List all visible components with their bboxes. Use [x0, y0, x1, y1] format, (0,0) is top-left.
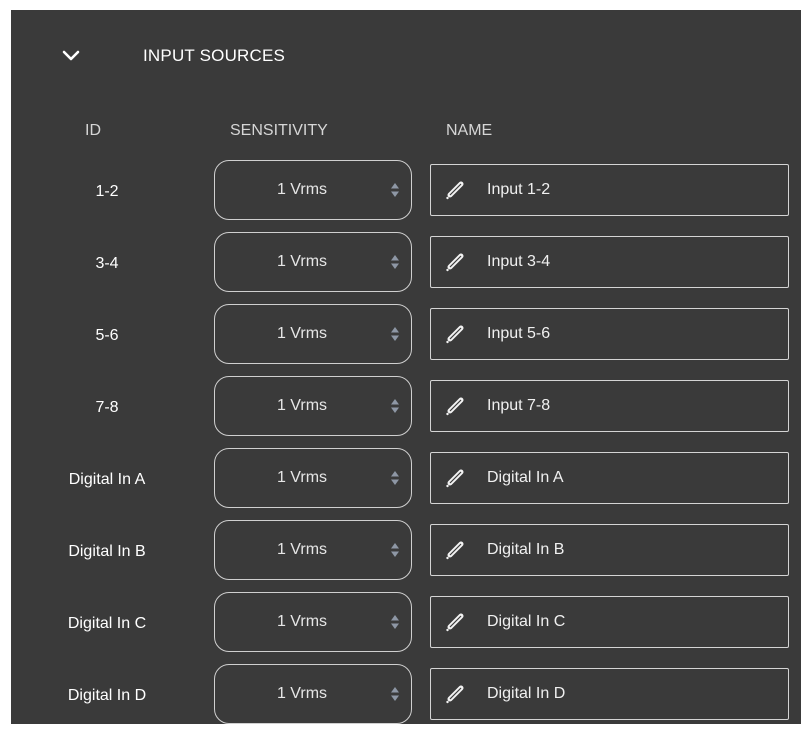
input-source-row: Digital In B 1 Vrms Digital In B: [11, 520, 801, 584]
source-name-value: Digital In C: [487, 613, 566, 630]
column-header-sensitivity: SENSITIVITY: [230, 122, 328, 139]
sensitivity-select[interactable]: 1 Vrms: [214, 304, 412, 364]
source-name-value: Digital In D: [487, 685, 566, 702]
source-id: Digital In D: [67, 687, 147, 704]
sensitivity-value: 1 Vrms: [276, 541, 328, 558]
sensitivity-select[interactable]: 1 Vrms: [214, 448, 412, 508]
sensitivity-value: 1 Vrms: [276, 613, 328, 630]
source-name-field[interactable]: Input 5-6: [430, 308, 789, 360]
source-name-field[interactable]: Input 3-4: [430, 236, 789, 288]
sensitivity-value: 1 Vrms: [276, 469, 328, 486]
column-header-name: NAME: [446, 122, 493, 139]
source-id: 7-8: [95, 399, 119, 416]
input-source-row: Digital In C 1 Vrms Digital In C: [11, 592, 801, 656]
input-source-row: 1-2 1 Vrms Input 1-2: [11, 160, 801, 224]
input-sources-panel: INPUT SOURCES ID SENSITIVITY NAME 1-2 1 …: [11, 10, 801, 724]
source-name-field[interactable]: Input 1-2: [430, 164, 789, 216]
up-down-arrows-icon: [391, 255, 399, 269]
source-name-value: Input 1-2: [487, 181, 551, 198]
pencil-icon: [446, 253, 464, 272]
source-id: 5-6: [95, 327, 119, 344]
sensitivity-value: 1 Vrms: [276, 181, 328, 198]
sensitivity-value: 1 Vrms: [276, 685, 328, 702]
up-down-arrows-icon: [391, 399, 399, 413]
sensitivity-value: 1 Vrms: [276, 253, 328, 270]
up-down-arrows-icon: [391, 687, 399, 701]
source-name-value: Digital In B: [487, 541, 565, 558]
up-down-arrows-icon: [391, 615, 399, 629]
up-down-arrows-icon: [391, 183, 399, 197]
pencil-icon: [446, 685, 464, 704]
source-name-value: Digital In A: [487, 469, 564, 486]
pencil-icon: [446, 541, 464, 560]
source-name-field[interactable]: Digital In C: [430, 596, 789, 648]
column-header-id: ID: [85, 122, 101, 139]
input-source-row: Digital In D 1 Vrms Digital In D: [11, 664, 801, 728]
sensitivity-select[interactable]: 1 Vrms: [214, 664, 412, 724]
source-id: Digital In B: [68, 543, 146, 560]
input-source-row: 3-4 1 Vrms Input 3-4: [11, 232, 801, 296]
sensitivity-value: 1 Vrms: [276, 325, 328, 342]
sensitivity-select[interactable]: 1 Vrms: [214, 520, 412, 580]
source-name-field[interactable]: Digital In A: [430, 452, 789, 504]
source-name-value: Input 7-8: [487, 397, 551, 414]
source-name-value: Input 5-6: [487, 325, 551, 342]
pencil-icon: [446, 613, 464, 632]
source-name-value: Input 3-4: [487, 253, 551, 270]
input-source-row: 7-8 1 Vrms Input 7-8: [11, 376, 801, 440]
pencil-icon: [446, 397, 464, 416]
source-id: Digital In A: [68, 471, 146, 488]
source-name-field[interactable]: Digital In D: [430, 668, 789, 720]
pencil-icon: [446, 181, 464, 200]
sensitivity-select[interactable]: 1 Vrms: [214, 232, 412, 292]
sensitivity-select[interactable]: 1 Vrms: [214, 160, 412, 220]
input-source-row: 5-6 1 Vrms Input 5-6: [11, 304, 801, 368]
source-id: 1-2: [95, 183, 119, 200]
chevron-down-icon[interactable]: [60, 45, 82, 67]
up-down-arrows-icon: [391, 543, 399, 557]
sensitivity-value: 1 Vrms: [276, 397, 328, 414]
source-name-field[interactable]: Digital In B: [430, 524, 789, 576]
input-source-row: Digital In A 1 Vrms Digital In A: [11, 448, 801, 512]
up-down-arrows-icon: [391, 471, 399, 485]
source-name-field[interactable]: Input 7-8: [430, 380, 789, 432]
up-down-arrows-icon: [391, 327, 399, 341]
pencil-icon: [446, 469, 464, 488]
source-id: Digital In C: [67, 615, 147, 632]
input-sources-section-header[interactable]: INPUT SOURCES: [11, 10, 801, 106]
source-id: 3-4: [95, 255, 119, 272]
sensitivity-select[interactable]: 1 Vrms: [214, 376, 412, 436]
section-title: INPUT SOURCES: [143, 46, 286, 65]
sensitivity-select[interactable]: 1 Vrms: [214, 592, 412, 652]
pencil-icon: [446, 325, 464, 344]
